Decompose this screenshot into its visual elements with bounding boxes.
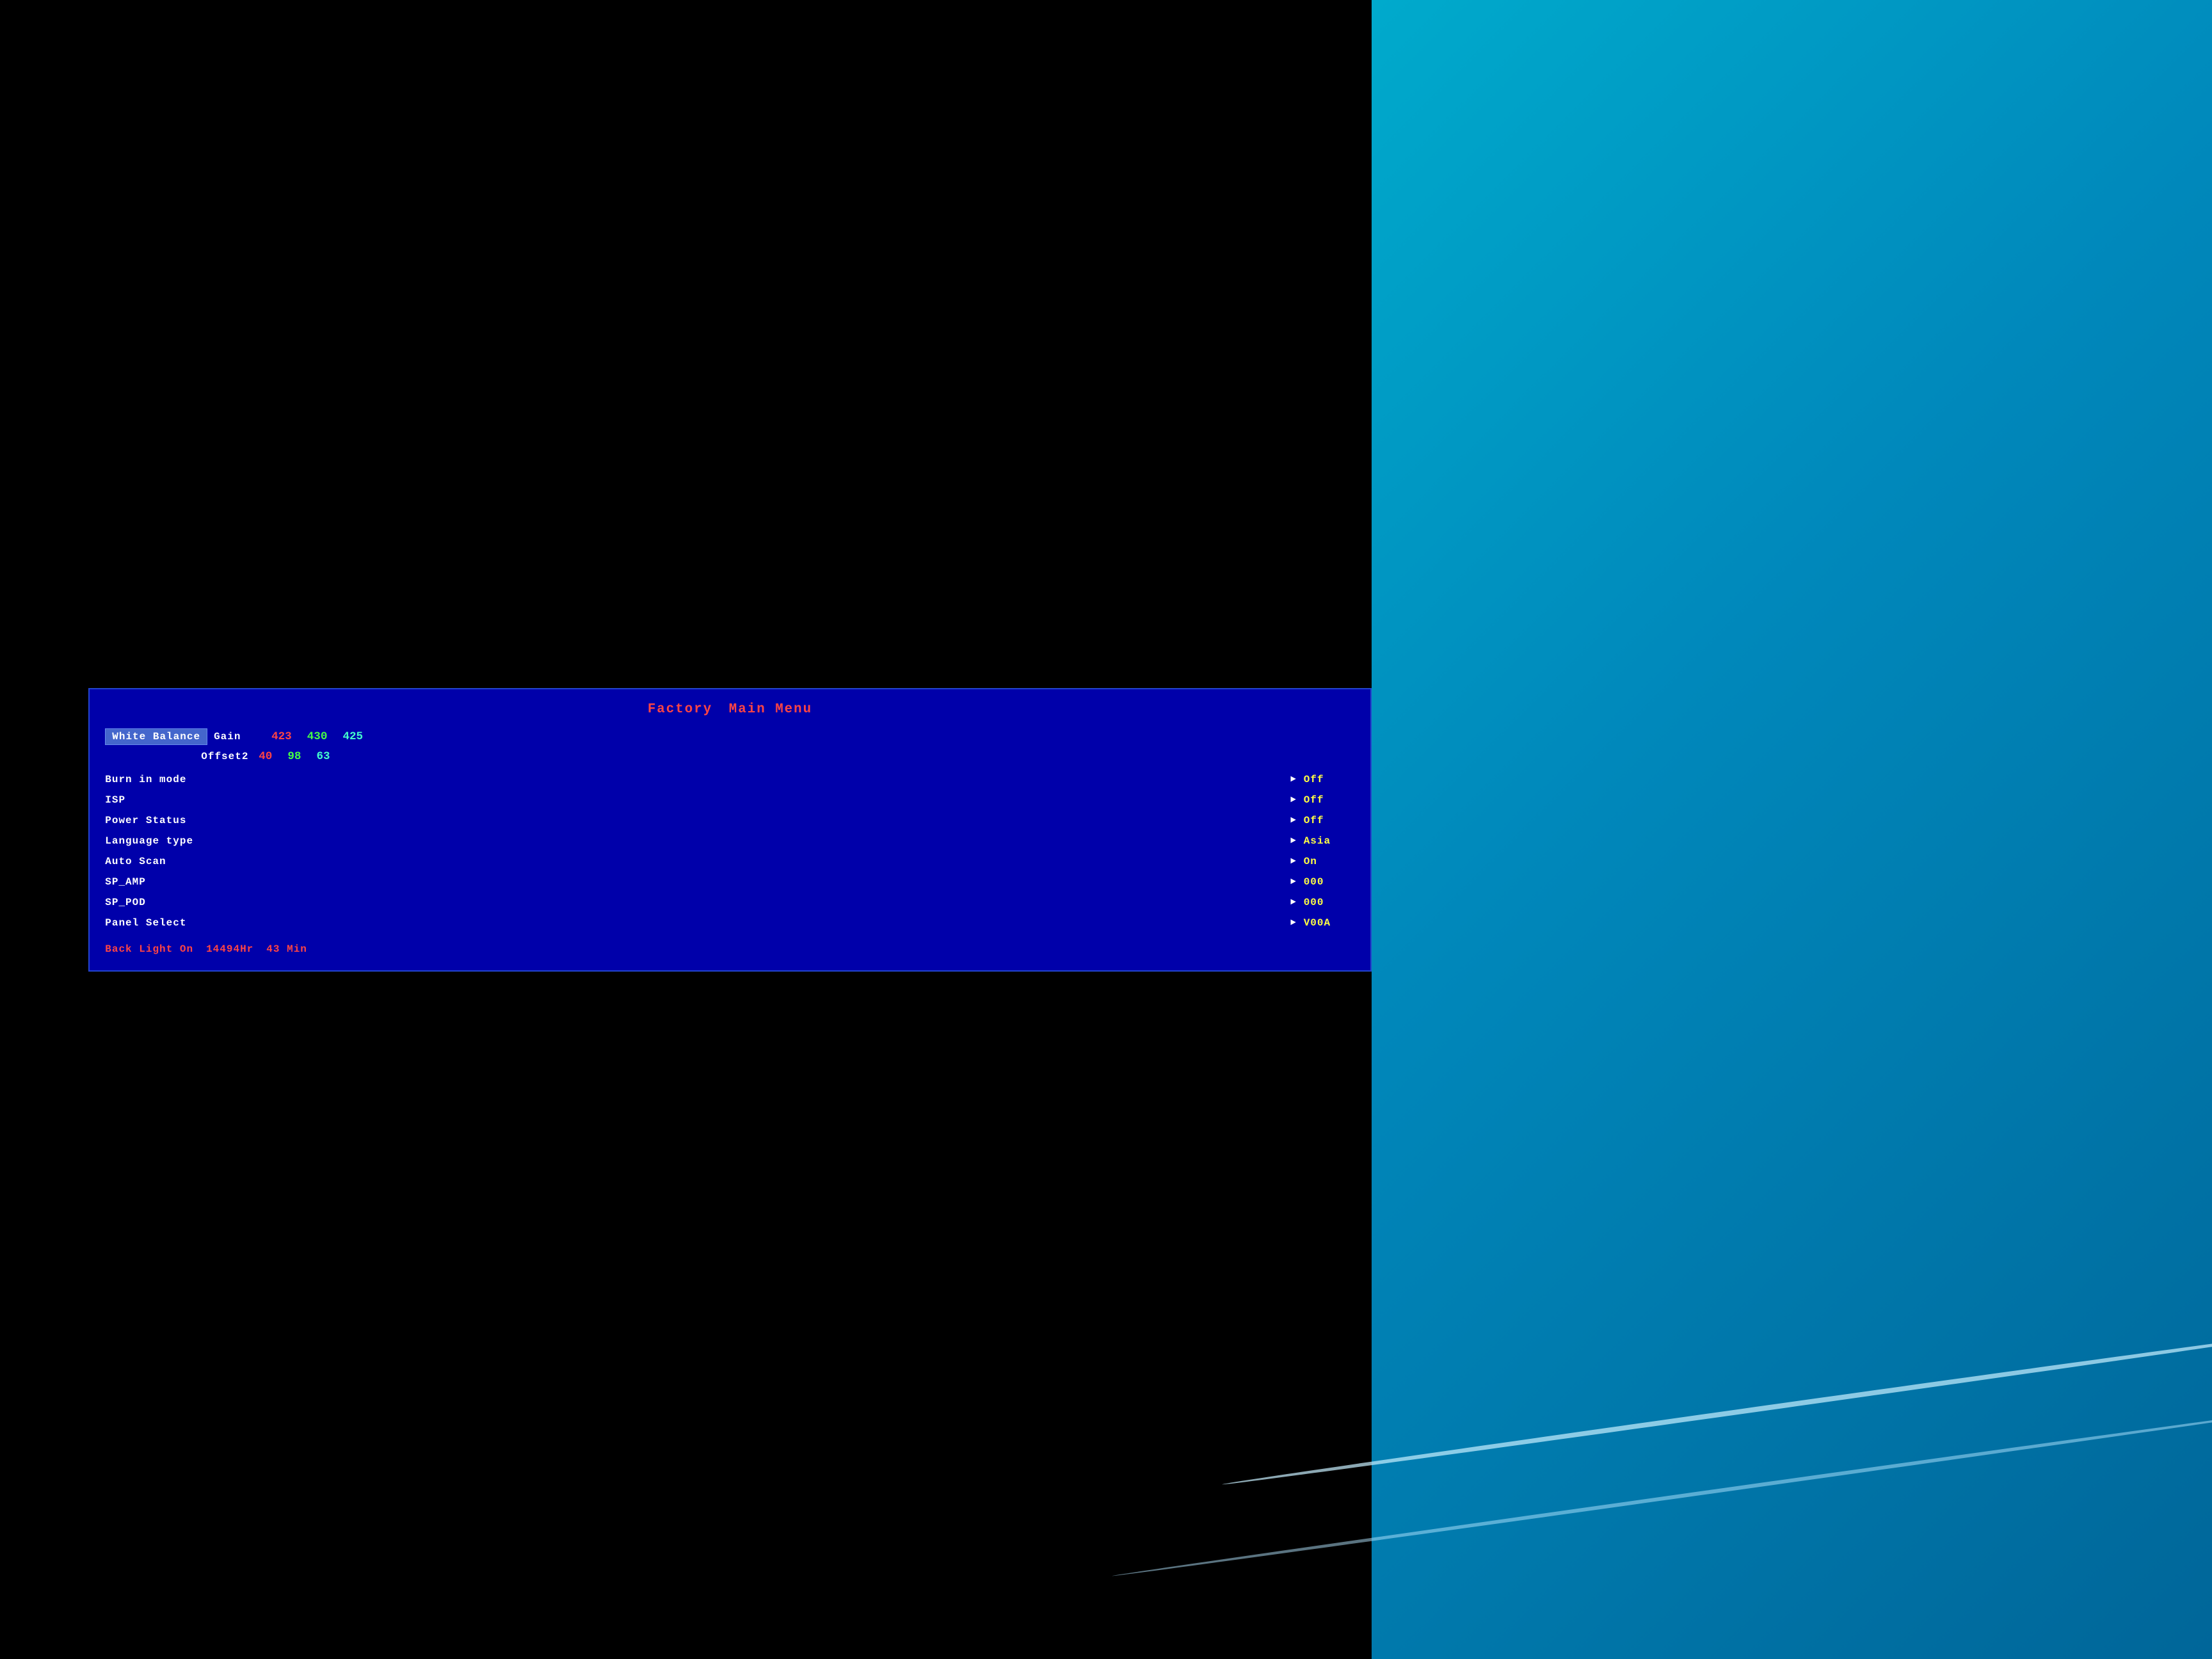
offset2-green: 98	[287, 750, 301, 763]
factory-label: Factory	[648, 702, 712, 717]
gain-green: 430	[307, 730, 328, 743]
arrow-value-group-6: ► 000	[271, 897, 1354, 908]
arrow-value-group-2: ► Off	[271, 815, 1354, 826]
menu-item-value-2: Off	[1304, 815, 1355, 826]
backlight-row: Back Light On 14494Hr 43 Min	[105, 943, 1354, 955]
factory-menu: Factory Main Menu White Balance Gain 423…	[88, 688, 1371, 972]
menu-items-list: Burn in mode ► Off ISP ► Off Power Status ► Off L…	[105, 769, 1354, 933]
menu-item-label-1: ISP	[105, 794, 271, 806]
arrow-icon-1: ►	[1290, 795, 1296, 805]
backlight-hours: 14494Hr	[206, 943, 253, 955]
arrow-icon-3: ►	[1290, 836, 1296, 846]
menu-item-label-6: SP_POD	[105, 897, 271, 908]
menu-item-value-3: Asia	[1304, 835, 1355, 847]
gain-red: 423	[271, 730, 292, 743]
menu-item-label-4: Auto Scan	[105, 856, 271, 867]
offset2-cyan: 63	[316, 750, 330, 763]
offset2-label: Offset2	[201, 751, 259, 762]
menu-item-value-6: 000	[1304, 897, 1355, 908]
menu-row[interactable]: Auto Scan ► On	[105, 851, 1354, 872]
menu-row[interactable]: Panel Select ► V00A	[105, 913, 1354, 933]
arrow-icon-0: ►	[1290, 774, 1296, 785]
arrow-value-group-5: ► 000	[271, 876, 1354, 888]
menu-item-label-5: SP_AMP	[105, 876, 271, 888]
main-menu-label: Main Menu	[729, 702, 812, 717]
arrow-value-group-1: ► Off	[271, 794, 1354, 806]
backlight-minutes: 43 Min	[266, 943, 307, 955]
arrow-value-group-0: ► Off	[271, 774, 1354, 785]
menu-item-value-7: V00A	[1304, 917, 1355, 929]
menu-row[interactable]: Language type ► Asia	[105, 831, 1354, 851]
arrow-value-group-7: ► V00A	[271, 917, 1354, 929]
backlight-label: Back Light On	[105, 943, 193, 955]
gain-label: Gain	[214, 731, 271, 742]
arrow-icon-7: ►	[1290, 918, 1296, 928]
menu-item-value-5: 000	[1304, 876, 1355, 888]
menu-row[interactable]: Power Status ► Off	[105, 810, 1354, 831]
menu-item-value-4: On	[1304, 856, 1355, 867]
arrow-icon-2: ►	[1290, 815, 1296, 826]
menu-item-value-1: Off	[1304, 794, 1355, 806]
arrow-icon-4: ►	[1290, 856, 1296, 867]
offset2-row: Offset2 40 98 63	[105, 750, 1354, 763]
white-balance-label[interactable]: White Balance	[105, 728, 207, 745]
screen-background: Factory Main Menu White Balance Gain 423…	[0, 0, 2212, 1659]
offset2-red: 40	[259, 750, 272, 763]
cyan-background	[1372, 0, 2212, 1659]
menu-item-label-2: Power Status	[105, 815, 271, 826]
arrow-icon-6: ►	[1290, 897, 1296, 908]
menu-item-value-0: Off	[1304, 774, 1355, 785]
menu-item-label-3: Language type	[105, 835, 271, 847]
gain-cyan: 425	[342, 730, 363, 743]
menu-item-label-7: Panel Select	[105, 917, 271, 929]
offset2-values: 40 98 63	[259, 750, 330, 763]
menu-row[interactable]: SP_AMP ► 000	[105, 872, 1354, 892]
menu-row[interactable]: Burn in mode ► Off	[105, 769, 1354, 790]
arrow-value-group-4: ► On	[271, 856, 1354, 867]
menu-row[interactable]: SP_POD ► 000	[105, 892, 1354, 913]
menu-title: Factory Main Menu	[105, 702, 1354, 717]
white-balance-section: White Balance Gain 423 430 425 Offset2 4…	[105, 728, 1354, 763]
gain-values: 423 430 425	[271, 730, 363, 743]
arrow-icon-5: ►	[1290, 877, 1296, 887]
arrow-value-group-3: ► Asia	[271, 835, 1354, 847]
gain-row: White Balance Gain 423 430 425	[105, 728, 1354, 745]
menu-row[interactable]: ISP ► Off	[105, 790, 1354, 810]
menu-item-label-0: Burn in mode	[105, 774, 271, 785]
